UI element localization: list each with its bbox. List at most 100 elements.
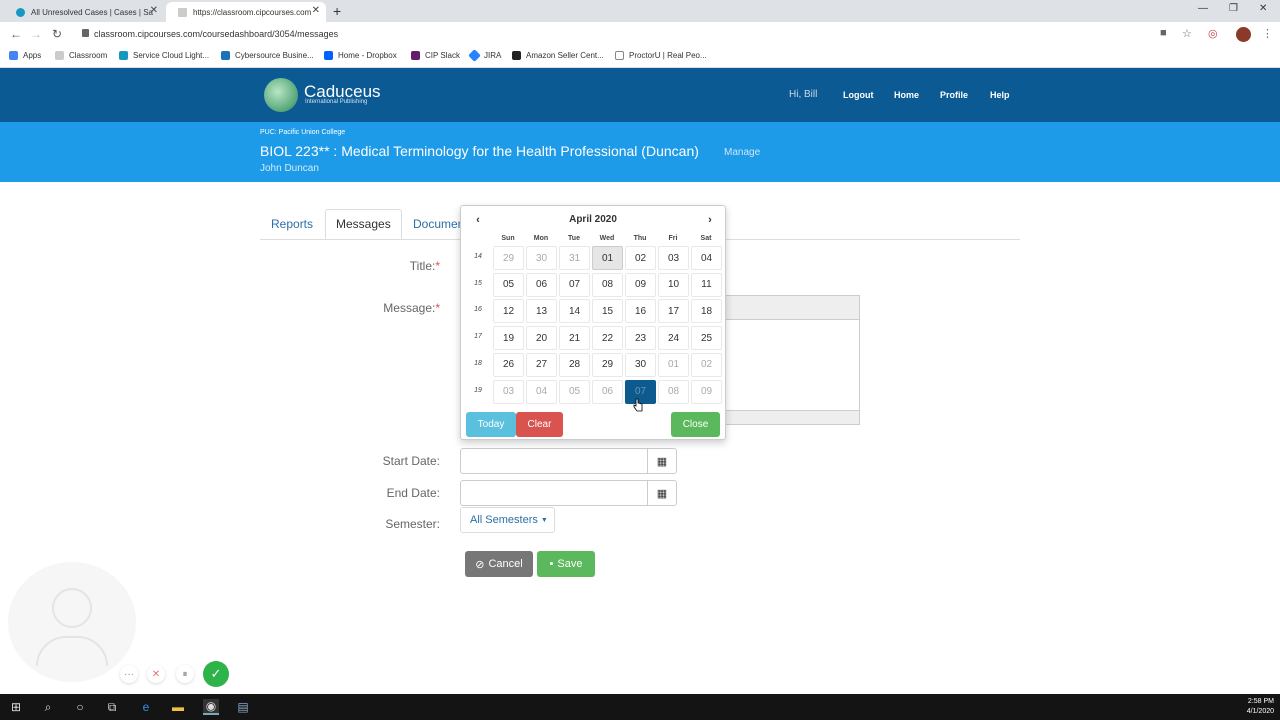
calendar-day[interactable]: 08: [592, 272, 623, 297]
calendar-day[interactable]: 29: [493, 246, 524, 270]
notes-app-icon[interactable]: ▤: [235, 699, 251, 715]
bookmark-amazon[interactable]: Amazon Seller Cent...: [512, 51, 604, 60]
cancel-button[interactable]: ⊘ Cancel: [465, 551, 533, 577]
end-date-input[interactable]: [460, 480, 648, 506]
calendar-day[interactable]: 20: [526, 326, 557, 351]
calendar-day[interactable]: 04: [526, 379, 557, 404]
calendar-day[interactable]: 30: [526, 246, 557, 270]
calendar-day[interactable]: 01: [658, 352, 689, 377]
cortana-icon[interactable]: ○: [72, 699, 88, 715]
bookmark-cybersource[interactable]: Cybersource Busine...: [221, 51, 314, 60]
calendar-day[interactable]: 10: [658, 272, 689, 297]
browser-tab-classroom[interactable]: https://classroom.cipcourses.com ✕: [166, 2, 326, 22]
calendar-day[interactable]: 30: [625, 352, 656, 377]
nav-profile[interactable]: Profile: [940, 90, 968, 100]
forward-icon[interactable]: →: [30, 27, 42, 41]
bookmark-slack[interactable]: CIP Slack: [411, 51, 460, 60]
month-title[interactable]: April 2020: [493, 206, 693, 232]
bookmark-jira[interactable]: JIRA: [468, 49, 501, 62]
end-calendar-button[interactable]: ▦: [647, 480, 677, 506]
calendar-day[interactable]: 01: [592, 246, 623, 270]
calendar-day[interactable]: 29: [592, 352, 623, 377]
bookmark-classroom[interactable]: Classroom: [55, 51, 107, 60]
back-icon[interactable]: ←: [10, 27, 22, 41]
file-explorer-icon[interactable]: ▬: [170, 699, 186, 715]
close-button[interactable]: Close: [671, 412, 720, 437]
calendar-day[interactable]: 24: [658, 326, 689, 351]
discard-icon[interactable]: ✕: [147, 665, 165, 683]
calendar-day[interactable]: 15: [592, 299, 623, 324]
profile-avatar[interactable]: [1236, 27, 1251, 42]
calendar-day[interactable]: 02: [625, 246, 656, 270]
calendar-day[interactable]: 17: [658, 299, 689, 324]
calendar-day[interactable]: 12: [493, 299, 524, 324]
calendar-day[interactable]: 05: [493, 272, 524, 297]
calendar-day[interactable]: 07: [559, 272, 590, 297]
calendar-day[interactable]: 09: [625, 272, 656, 297]
extension-icon[interactable]: ◎: [1208, 27, 1218, 40]
calendar-day[interactable]: 27: [526, 352, 557, 377]
tab-messages[interactable]: Messages: [325, 209, 402, 239]
calendar-day[interactable]: 18: [691, 299, 722, 324]
address-bar[interactable]: classroom.cipcourses.com/coursedashboard…: [76, 24, 1176, 44]
calendar-day[interactable]: 14: [559, 299, 590, 324]
today-button[interactable]: Today: [466, 412, 516, 437]
bookmark-dropbox[interactable]: Home - Dropbox: [324, 51, 397, 60]
star-icon[interactable]: ☆: [1182, 27, 1192, 40]
calendar-day[interactable]: 05: [559, 379, 590, 404]
task-view-icon[interactable]: ⧉: [104, 699, 120, 715]
next-month-button[interactable]: ›: [695, 210, 725, 230]
calendar-day[interactable]: 08: [658, 379, 689, 404]
close-tab-icon[interactable]: ✕: [150, 5, 158, 16]
start-date-input[interactable]: [460, 448, 648, 474]
calendar-day[interactable]: 02: [691, 352, 722, 377]
windows-start-icon[interactable]: ⊞: [8, 699, 24, 715]
save-button[interactable]: ▪ Save: [537, 551, 595, 577]
minimize-icon[interactable]: —: [1198, 3, 1208, 14]
nav-help[interactable]: Help: [990, 90, 1010, 100]
prev-month-button[interactable]: ‹: [463, 210, 493, 230]
calendar-day[interactable]: 09: [691, 379, 722, 404]
calendar-day[interactable]: 16: [625, 299, 656, 324]
bookmark-proctoru[interactable]: ProctorU | Real Peo...: [615, 51, 707, 60]
new-tab-icon[interactable]: +: [333, 3, 341, 19]
tab-reports[interactable]: Reports: [261, 209, 323, 239]
calendar-day[interactable]: 31: [559, 246, 590, 270]
browser-tab-cases[interactable]: All Unresolved Cases | Cases | Sa ✕: [4, 2, 164, 22]
camera-icon[interactable]: ■: [1160, 27, 1167, 39]
more-icon[interactable]: ···: [120, 665, 138, 683]
edge-icon[interactable]: e: [138, 699, 154, 715]
calendar-day[interactable]: 06: [526, 272, 557, 297]
pause-icon[interactable]: ⏸: [176, 665, 194, 683]
calendar-day[interactable]: 13: [526, 299, 557, 324]
calendar-day[interactable]: 23: [625, 326, 656, 351]
bookmark-apps[interactable]: Apps: [9, 51, 41, 60]
start-calendar-button[interactable]: ▦: [647, 448, 677, 474]
calendar-day[interactable]: 28: [559, 352, 590, 377]
close-window-icon[interactable]: ✕: [1259, 3, 1267, 14]
restore-icon[interactable]: ❐: [1229, 3, 1238, 14]
search-icon[interactable]: ⌕: [40, 699, 56, 715]
nav-logout[interactable]: Logout: [843, 90, 874, 100]
clear-button[interactable]: Clear: [516, 412, 563, 437]
bookmark-service-cloud[interactable]: Service Cloud Light...: [119, 51, 209, 60]
calendar-day[interactable]: 11: [691, 272, 722, 297]
calendar-day[interactable]: 06: [592, 379, 623, 404]
manage-link[interactable]: Manage: [724, 147, 760, 158]
calendar-day[interactable]: 04: [691, 246, 722, 270]
reload-icon[interactable]: ↻: [52, 27, 62, 41]
finish-recording-icon[interactable]: ✓: [203, 661, 229, 687]
nav-home[interactable]: Home: [894, 90, 919, 100]
caduceus-logo-icon[interactable]: [264, 78, 298, 112]
calendar-day[interactable]: 25: [691, 326, 722, 351]
calendar-day[interactable]: 03: [493, 379, 524, 404]
chrome-icon[interactable]: ◉: [203, 699, 219, 715]
calendar-day[interactable]: 21: [559, 326, 590, 351]
calendar-day[interactable]: 19: [493, 326, 524, 351]
semester-dropdown[interactable]: All Semesters ▼: [460, 507, 555, 533]
calendar-day[interactable]: 03: [658, 246, 689, 270]
close-tab-icon[interactable]: ✕: [312, 5, 320, 16]
calendar-day[interactable]: 26: [493, 352, 524, 377]
menu-icon[interactable]: ⋮: [1262, 27, 1273, 40]
calendar-day[interactable]: 22: [592, 326, 623, 351]
